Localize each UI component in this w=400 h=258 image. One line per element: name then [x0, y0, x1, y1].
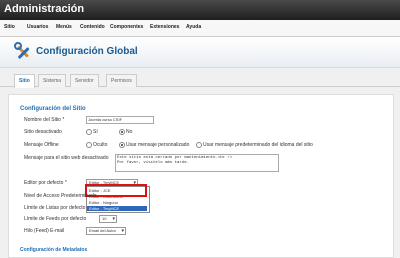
offline-hidden-radio[interactable]	[86, 142, 92, 148]
page-title: Configuración Global	[36, 46, 138, 57]
offline-custom-label: Usar mensaje personalizado	[126, 142, 190, 148]
menu-item-ayuda[interactable]: Ayuda	[186, 24, 201, 30]
section-title: Configuración del Sitio	[20, 106, 86, 112]
feed-email-select[interactable]: Email del Autor	[86, 227, 126, 235]
tab-sistema[interactable]: Sistema	[38, 74, 67, 87]
site-offline-label: Sitio desactivado	[24, 129, 62, 135]
offline-default-radio[interactable]	[196, 142, 202, 148]
site-offline-no-radio[interactable]	[119, 129, 125, 135]
tab-sitio[interactable]: Sitio	[14, 74, 35, 88]
offline-custom-radio[interactable]	[119, 142, 125, 148]
site-name-input[interactable]: Joomla curso CSIF	[86, 116, 154, 124]
menu-item-sitio[interactable]: Sitio	[4, 24, 15, 30]
app-title: Administración	[4, 3, 85, 15]
offline-default-label: Usar mensaje predeterminado del idioma d…	[203, 142, 313, 148]
offline-message-label: Mensaje Offline	[24, 142, 59, 148]
list-limit-label: Límite de Listas por defecto	[24, 205, 86, 211]
editor-option-tinymce[interactable]: Editor - TinyMCE	[87, 206, 147, 211]
offline-hidden-label: Oculto	[93, 142, 108, 148]
feed-limit-label: Límite de Feeds por defecto	[24, 216, 87, 222]
top-bar: Administración	[0, 0, 400, 20]
tab-permisos[interactable]: Permisos	[106, 74, 137, 87]
editor-dropdown: Editor - JCE Editor - CodeMirror Editor …	[86, 186, 150, 213]
menu-item-componentes[interactable]: Componentes	[110, 24, 143, 30]
tab-strip: Sitio Sistema Servidor Permisos	[0, 70, 400, 88]
access-level-label: Nivel de Acceso Predeterminado	[24, 193, 97, 199]
menu-item-extensiones[interactable]: Extensiones	[150, 24, 179, 30]
feed-limit-select[interactable]: 10	[99, 215, 117, 223]
site-name-label: Nombre del Sitio *	[24, 117, 65, 123]
menu-item-contenido[interactable]: Contenido	[80, 24, 105, 30]
main-menu-bar: Sitio Usuarios Menús Contenido Component…	[0, 20, 400, 37]
editor-option-none[interactable]: Editor - Ninguno	[89, 200, 118, 205]
feed-email-label: Hilo (Feed) E-mail	[24, 228, 65, 234]
site-offline-yes-radio[interactable]	[86, 129, 92, 135]
offline-text-area[interactable]: Este sitio está cerrado por mantenimient…	[115, 154, 279, 172]
tools-icon	[14, 42, 30, 59]
menu-item-menus[interactable]: Menús	[56, 24, 72, 30]
menu-item-usuarios[interactable]: Usuarios	[27, 24, 48, 30]
form-panel	[8, 94, 394, 258]
offline-text-label: Mensaje para el sitio web desactivado	[24, 155, 109, 161]
editor-label: Editor por defecto *	[24, 180, 67, 186]
page-header: Configuración Global	[0, 37, 400, 68]
metadata-section-title: Configuración de Metadatos	[20, 247, 88, 253]
site-offline-yes-label: Sí	[93, 129, 98, 135]
site-offline-no-label: No	[126, 129, 133, 135]
tab-servidor[interactable]: Servidor	[70, 74, 99, 87]
